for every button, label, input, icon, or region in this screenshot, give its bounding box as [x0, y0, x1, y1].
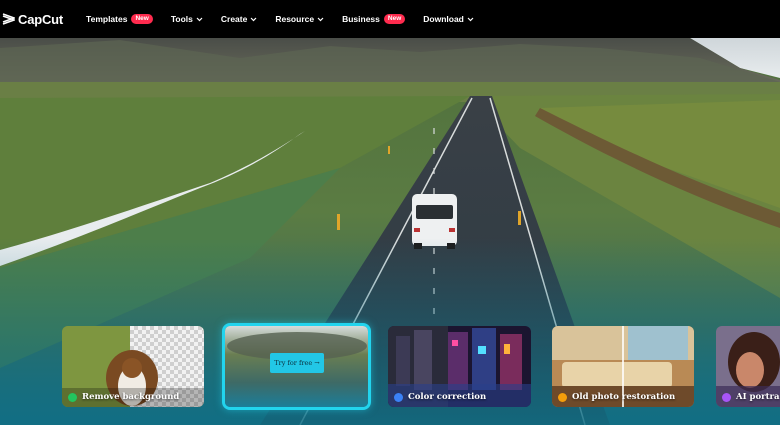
nav-templates[interactable]: Templates New — [86, 14, 153, 24]
ai-portrait-icon — [722, 392, 731, 402]
ai-portrait-label: AI portra — [722, 392, 780, 402]
nav-resource[interactable]: Resource — [275, 14, 324, 24]
ai-portrait-text: AI portra — [736, 392, 780, 402]
remove-background-label: Remove background — [68, 392, 179, 402]
nav-download-label: Download — [423, 14, 464, 24]
color-correction-icon — [394, 392, 403, 402]
old-photo-restoration-text: Old photo restoration — [572, 392, 676, 402]
nav-resource-label: Resource — [275, 14, 315, 24]
photo-restoration-icon — [558, 392, 567, 402]
chevron-down-icon — [250, 17, 257, 21]
nav-create[interactable]: Create — [221, 14, 257, 24]
feature-card-old-photo-restoration[interactable]: Old photo restoration — [552, 326, 694, 407]
chevron-down-icon — [317, 17, 324, 21]
main-menu: Templates New Tools Create Resource Busi… — [86, 14, 492, 24]
brand-name: CapCut — [18, 11, 64, 27]
remove-background-text: Remove background — [82, 392, 180, 402]
nav-create-label: Create — [220, 14, 248, 24]
color-correction-label: Color correction — [394, 392, 486, 402]
nav-download[interactable]: Download — [423, 14, 474, 24]
capcut-logo[interactable]: CapCut — [2, 12, 63, 27]
feature-card-remove-background[interactable]: Remove background — [62, 326, 204, 407]
remove-background-icon — [68, 392, 77, 402]
new-badge: New — [131, 14, 153, 24]
feature-card-active[interactable]: Try for free → — [222, 323, 371, 410]
nav-business[interactable]: Business New — [342, 14, 406, 24]
capcut-logo-icon — [2, 13, 15, 25]
nav-business-label: Business — [342, 14, 380, 24]
chevron-down-icon — [467, 17, 474, 21]
color-correction-text: Color correction — [408, 392, 487, 402]
nav-templates-label: Templates — [86, 14, 128, 24]
feature-card-ai-portrait[interactable]: AI portra — [716, 326, 780, 407]
top-navigation: CapCut Templates New Tools Create Resour… — [0, 0, 780, 38]
nav-tools-label: Tools — [170, 14, 193, 24]
try-for-free-button[interactable]: Try for free → — [270, 353, 324, 373]
nav-tools[interactable]: Tools — [171, 14, 203, 24]
feature-card-color-correction[interactable]: Color correction — [388, 326, 531, 407]
new-badge: New — [383, 14, 406, 24]
chevron-down-icon — [196, 17, 203, 21]
old-photo-restoration-label: Old photo restoration — [558, 392, 675, 402]
